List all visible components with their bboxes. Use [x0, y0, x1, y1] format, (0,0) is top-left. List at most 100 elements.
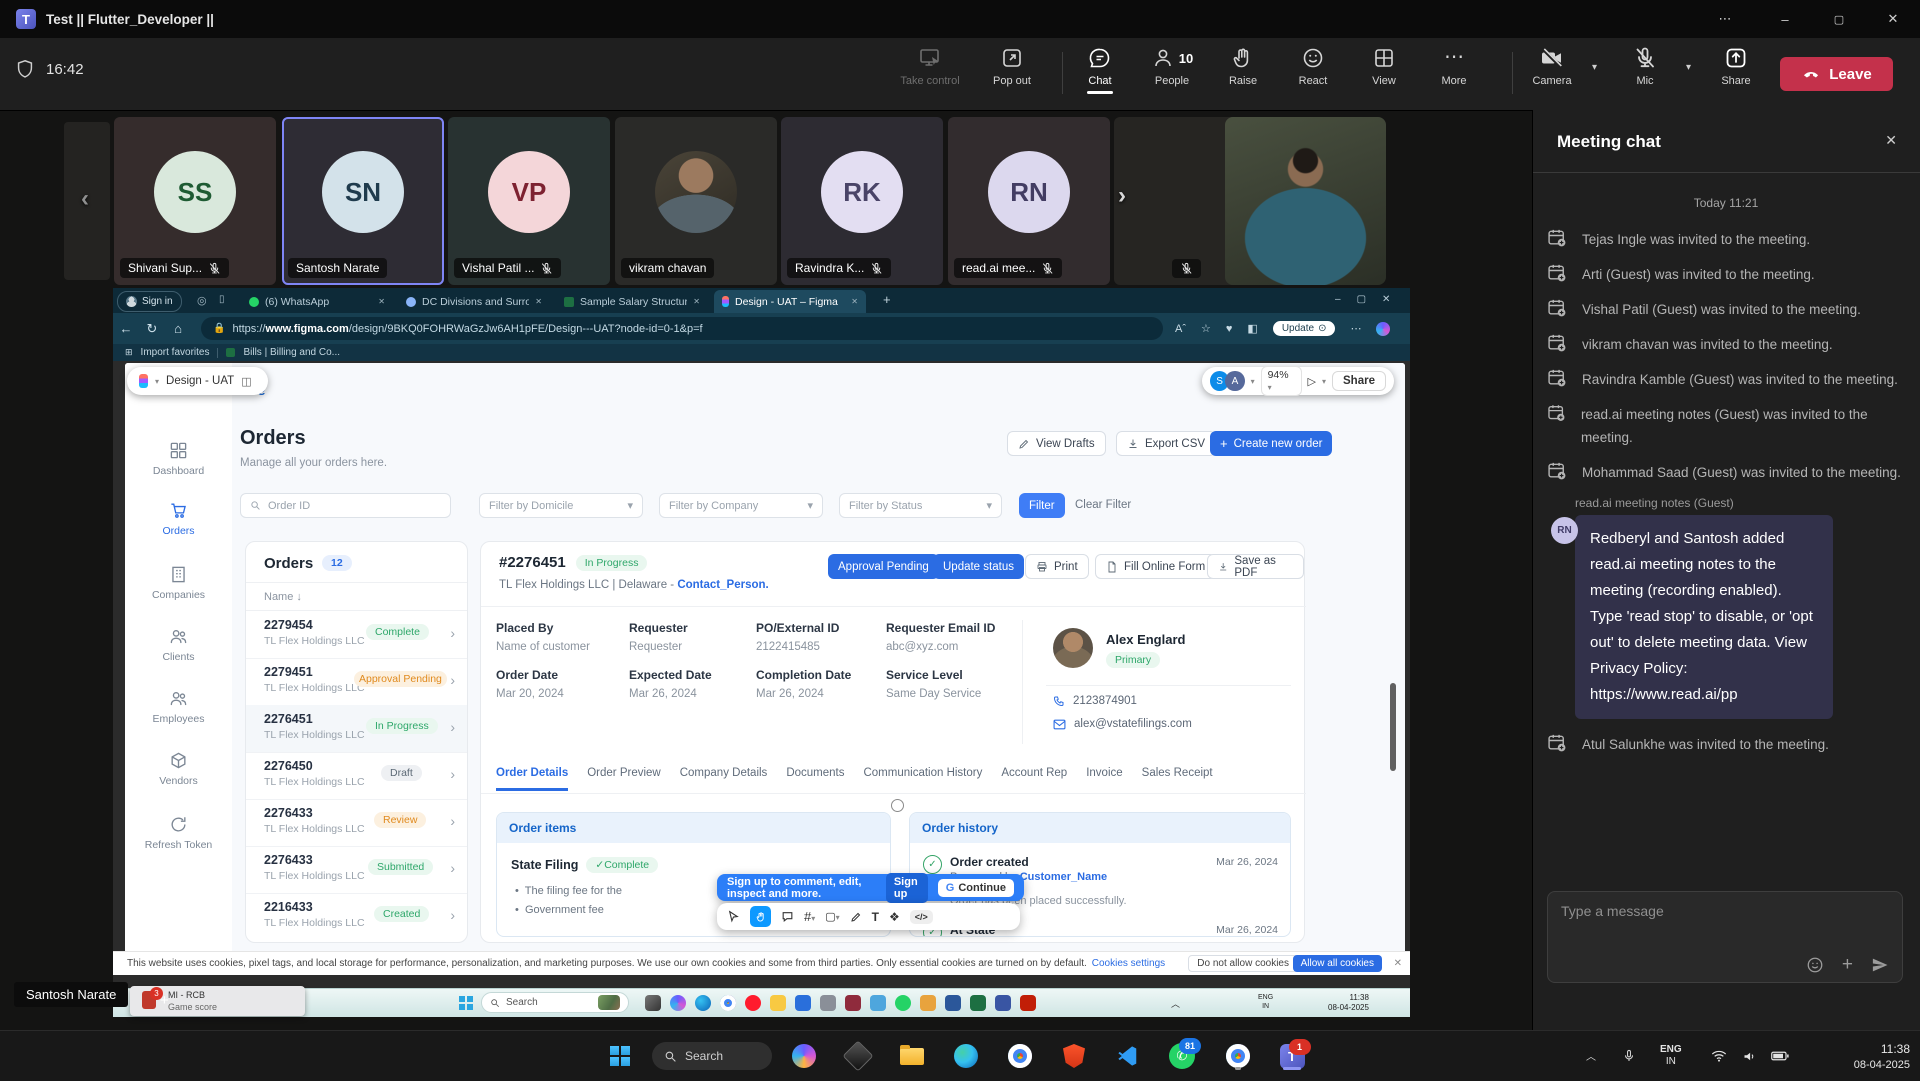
- chrome-profile-icon[interactable]: [1222, 1040, 1254, 1072]
- settings-more-icon[interactable]: ⋯: [1350, 322, 1361, 335]
- participant-tile[interactable]: VP Vishal Patil ...: [448, 117, 610, 285]
- filter-domicile-dropdown[interactable]: Filter by Domicile▾: [479, 493, 643, 518]
- language-indicator[interactable]: ENGIN: [1660, 1044, 1682, 1068]
- print-button[interactable]: Print: [1025, 554, 1089, 579]
- tray-chevron-icon[interactable]: ︿: [1586, 1048, 1596, 1063]
- teams-icon[interactable]: T 1: [1276, 1040, 1308, 1072]
- next-participants-button[interactable]: ›: [1118, 182, 1126, 210]
- brave-icon[interactable]: [1058, 1040, 1090, 1072]
- frame-tool-icon[interactable]: #▾: [804, 909, 815, 924]
- whatsapp-icon[interactable]: [895, 995, 911, 1011]
- react-button[interactable]: React: [1273, 46, 1353, 87]
- sidebar-item-vendors[interactable]: Vendors: [125, 751, 232, 787]
- taskbar-search-box[interactable]: Search: [652, 1042, 772, 1070]
- deny-cookies-button[interactable]: Do not allow cookies: [1188, 955, 1298, 972]
- vscode-icon[interactable]: [1112, 1040, 1144, 1072]
- collaborator-avatar[interactable]: A: [1225, 371, 1244, 391]
- participant-tile[interactable]: SS Shivani Sup...: [114, 117, 276, 285]
- order-row[interactable]: 2276433TL Flex Holdings LLC Submitted›: [246, 846, 467, 894]
- vertical-tabs-icon[interactable]: ▯: [219, 294, 225, 305]
- figma-logo-icon[interactable]: [139, 374, 148, 388]
- hand-tool-icon-selected[interactable]: [750, 906, 771, 927]
- pen-tool-icon[interactable]: [850, 911, 862, 923]
- tab-invoice[interactable]: Invoice: [1086, 767, 1122, 791]
- camera-button[interactable]: Camera: [1512, 46, 1592, 87]
- mic-button[interactable]: Mic: [1605, 46, 1685, 87]
- tray-mic-icon[interactable]: [1616, 1040, 1642, 1072]
- browser-tab[interactable]: Sample Salary Structure with calc✕: [556, 290, 708, 313]
- sidebar-item-dashboard[interactable]: Dashboard: [125, 441, 232, 477]
- leave-button[interactable]: Leave: [1780, 57, 1893, 91]
- allow-cookies-button[interactable]: Allow all cookies: [1293, 955, 1382, 972]
- bookmark-item[interactable]: Bills | Billing and Co...: [243, 347, 340, 358]
- component-tool-icon[interactable]: ❖: [889, 910, 900, 924]
- word-icon[interactable]: [945, 995, 961, 1011]
- file-explorer-icon[interactable]: [896, 1040, 928, 1072]
- app-scrollbar[interactable]: [1390, 683, 1396, 771]
- tray-chevron-icon[interactable]: ︿: [1171, 997, 1180, 1010]
- tab-order-details[interactable]: Order Details: [496, 767, 568, 791]
- access-icon[interactable]: [845, 995, 861, 1011]
- tab-documents[interactable]: Documents: [786, 767, 844, 791]
- filter-button[interactable]: Filter: [1019, 493, 1065, 518]
- order-id-search-input[interactable]: Order ID: [240, 493, 451, 518]
- chat-message-list[interactable]: Today 11:21 Tejas Ingle was invited to t…: [1533, 172, 1920, 882]
- customer-name-link[interactable]: Customer_Name: [1020, 871, 1107, 883]
- read-aloud-icon[interactable]: Aˆ: [1175, 323, 1186, 335]
- taskbar-clock[interactable]: 11:3808-04-2025: [1828, 1042, 1910, 1073]
- layout-panels-icon[interactable]: ◫: [241, 375, 251, 388]
- present-play-icon[interactable]: ▷: [1308, 375, 1316, 388]
- wifi-icon[interactable]: [1706, 1040, 1732, 1072]
- app-icon[interactable]: [870, 995, 886, 1011]
- chrome-icon[interactable]: [1004, 1040, 1036, 1072]
- participant-tile[interactable]: RN read.ai mee...: [948, 117, 1110, 285]
- filter-company-dropdown[interactable]: Filter by Company▾: [659, 493, 823, 518]
- browser-essentials-icon[interactable]: ♥: [1226, 323, 1233, 335]
- workspaces-icon[interactable]: ◎: [197, 294, 207, 307]
- minimize-button[interactable]: –: [1762, 0, 1808, 38]
- browser-window-controls[interactable]: –▢✕: [1335, 294, 1390, 305]
- spotlight-video-tile[interactable]: [1225, 117, 1386, 285]
- order-row-selected[interactable]: 2276451TL Flex Holdings LLC In Progress›: [246, 705, 467, 753]
- sidebar-item-refresh-token[interactable]: Refresh Token: [125, 815, 232, 851]
- bookmark-item[interactable]: Import favorites: [141, 347, 210, 358]
- create-new-order-button[interactable]: + Create new order: [1210, 431, 1332, 456]
- sidebar-item-orders[interactable]: Orders: [125, 501, 232, 537]
- save-as-pdf-button[interactable]: Save as PDF: [1207, 554, 1304, 579]
- take-control-button[interactable]: Take control: [890, 46, 970, 87]
- tab-account-rep[interactable]: Account Rep: [1001, 767, 1067, 791]
- app-icon[interactable]: [820, 995, 836, 1011]
- update-status-button[interactable]: Update status: [933, 554, 1024, 579]
- shared-clock[interactable]: 11:3808-04-2025: [1328, 993, 1369, 1013]
- refresh-icon[interactable]: ↻: [139, 321, 165, 337]
- figma-sign-up-button[interactable]: Sign up: [886, 873, 928, 903]
- filter-status-dropdown[interactable]: Filter by Status▾: [839, 493, 1002, 518]
- pop-out-button[interactable]: Pop out: [972, 46, 1052, 87]
- back-icon[interactable]: ←: [113, 321, 139, 336]
- chat-message-input[interactable]: Type a message +: [1547, 891, 1903, 983]
- zoom-level[interactable]: 94% ▾: [1261, 366, 1302, 396]
- tab-close-icon[interactable]: ✕: [378, 297, 385, 306]
- notification-popup[interactable]: 3 MI - RCB Game score: [130, 986, 305, 1016]
- new-tab-button[interactable]: +: [883, 292, 891, 307]
- opera-icon[interactable]: [745, 995, 761, 1011]
- move-tool-icon[interactable]: [727, 910, 740, 923]
- excel-icon[interactable]: [970, 995, 986, 1011]
- titlebar-more-button[interactable]: ⋯: [1702, 0, 1748, 38]
- order-row[interactable]: 2216433TL Flex Holdings LLC Created›: [246, 893, 467, 940]
- attach-plus-icon[interactable]: +: [1842, 957, 1853, 973]
- camera-options-chevron[interactable]: ▾: [1592, 62, 1597, 73]
- figma-share-button[interactable]: Share: [1332, 371, 1386, 391]
- edge-icon[interactable]: [950, 1040, 982, 1072]
- maximize-button[interactable]: ▢: [1816, 0, 1862, 38]
- browser-tab[interactable]: DC Divisions and Surroundings✕: [398, 290, 550, 313]
- game-app-icon[interactable]: [842, 1040, 874, 1072]
- folder-icon[interactable]: [770, 995, 786, 1011]
- raise-hand-button[interactable]: Raise: [1203, 46, 1283, 87]
- tab-close-icon[interactable]: ✕: [851, 297, 858, 306]
- order-row[interactable]: 2276450TL Flex Holdings LLC Draft›: [246, 752, 467, 800]
- chat-button[interactable]: Chat: [1060, 46, 1140, 94]
- app-icon[interactable]: [995, 995, 1011, 1011]
- export-csv-button[interactable]: Export CSV: [1116, 431, 1216, 456]
- sidebar-item-employees[interactable]: Employees: [125, 689, 232, 725]
